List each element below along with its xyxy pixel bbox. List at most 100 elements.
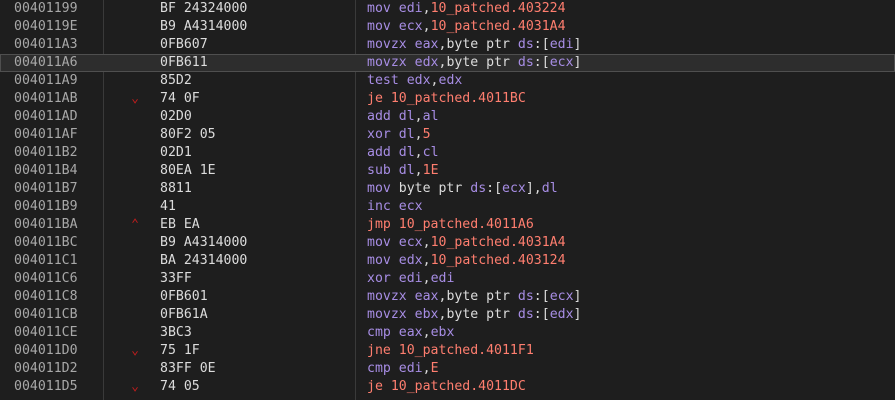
address-cell: 004011B7 <box>14 181 78 196</box>
disassembly-row[interactable]: 004011CB 0FB61A movzx ebx,byte ptr ds:[edx… <box>0 306 895 324</box>
instruction-token: ] <box>573 307 582 322</box>
instruction-token: 10_patched.4011F1 <box>398 343 534 358</box>
instruction-token <box>407 307 415 322</box>
instruction-token: ebx <box>430 325 455 340</box>
instruction-token: dl <box>398 163 415 178</box>
instruction-token <box>391 361 399 376</box>
address-cell: 004011D2 <box>14 361 78 376</box>
bytes-cell: 8811 <box>160 181 192 196</box>
disassembly-row[interactable]: 004011AD 02D0 add dl,al <box>0 108 895 126</box>
instruction-token: eax <box>414 37 439 52</box>
instruction-token: :[ <box>533 55 550 70</box>
address-cell: 004011A6 <box>14 55 78 70</box>
instruction-token: edx <box>549 307 574 322</box>
instruction-token: mov <box>367 1 391 16</box>
address-cell: 004011D5 <box>14 379 78 394</box>
address-cell: 004011B9 <box>14 199 78 214</box>
jump-down-arrow-icon[interactable]: ⌄ <box>128 342 142 360</box>
instruction-token: ds <box>517 37 534 52</box>
address-cell: 004011B2 <box>14 145 78 160</box>
bytes-cell: B9 A4314000 <box>160 19 248 34</box>
disassembly-row[interactable]: 004011D5 ⌄ 74 05 je 10_patched.4011DC <box>0 378 895 396</box>
bytes-cell: 0FB61A <box>160 307 208 322</box>
disassembly-row[interactable]: 004011C1 BA 24314000 mov edx,10_patched.40… <box>0 252 895 270</box>
instruction-token: , <box>414 163 423 178</box>
disassembly-row[interactable]: 004011B7 8811 mov byte ptr ds:[ecx],dl <box>0 180 895 198</box>
address-cell: 004011B4 <box>14 163 78 178</box>
instruction-cell: inc ecx <box>367 198 423 216</box>
instruction-token: , <box>414 127 423 142</box>
bytes-cell: 83FF 0E <box>160 361 216 376</box>
disassembly-row[interactable]: 004011D2 83FF 0E cmp edi,E <box>0 360 895 378</box>
bytes-cell: BF 24324000 <box>160 1 248 16</box>
instruction-token: mov <box>367 19 391 34</box>
disassembly-row[interactable]: 004011AF 80F2 05 xor dl,5 <box>0 126 895 144</box>
disassembly-row[interactable]: 004011BC B9 A4314000 mov ecx,10_patched.40… <box>0 234 895 252</box>
instruction-token: :[ <box>486 181 503 196</box>
instruction-token: edi <box>398 1 423 16</box>
instruction-cell: movzx edx,byte ptr ds:[ecx] <box>367 54 581 72</box>
instruction-token: edi <box>430 271 455 286</box>
disassembly-row[interactable]: 004011A9 85D2 test edx,edx <box>0 72 895 90</box>
instruction-token: je <box>367 379 383 394</box>
jump-down-arrow-icon[interactable]: ⌄ <box>128 378 142 396</box>
bytes-cell: 74 0F <box>160 91 200 106</box>
instruction-token: 1E <box>422 163 439 178</box>
bytes-cell: 74 05 <box>160 379 200 394</box>
disassembly-row[interactable]: 0040119E B9 A4314000 mov ecx,10_patched.40… <box>0 18 895 36</box>
instruction-token: 10_patched.4031A4 <box>430 235 566 250</box>
instruction-token: add <box>367 109 391 124</box>
instruction-token: ecx <box>398 235 423 250</box>
disassembly-row[interactable]: 004011B4 80EA 1E sub dl,1E <box>0 162 895 180</box>
address-cell: 004011CE <box>14 325 78 340</box>
instruction-token: eax <box>398 325 423 340</box>
disassembly-row[interactable]: 004011AB ⌄ 74 0F je 10_patched.4011BC <box>0 90 895 108</box>
instruction-token <box>391 217 399 232</box>
instruction-token: ] <box>573 37 582 52</box>
instruction-token: :[ <box>533 37 550 52</box>
jump-up-arrow-icon[interactable]: ⌃ <box>128 216 142 234</box>
disassembly-row[interactable]: 004011A3 0FB607 movzx eax,byte ptr ds:[edi… <box>0 36 895 54</box>
address-cell: 004011D0 <box>14 343 78 358</box>
instruction-token: 10_patched.4031A4 <box>430 19 566 34</box>
disassembly-row-selected[interactable]: 004011A6 0FB611 movzx edx,byte ptr ds:[ecx… <box>0 54 895 72</box>
instruction-token: movzx <box>367 289 407 304</box>
instruction-token: 10_patched.4011A6 <box>398 217 534 232</box>
disassembly-row[interactable]: 004011BA ⌃ EB EA jmp 10_patched.4011A6 <box>0 216 895 234</box>
disassembly-view[interactable]: 00401199 BF 24324000 mov edi,10_patched.40… <box>0 0 895 400</box>
disassembly-row[interactable]: 00401199 BF 24324000 mov edi,10_patched.40… <box>0 0 895 18</box>
instruction-token: movzx <box>367 307 407 322</box>
jump-down-arrow-icon[interactable]: ⌄ <box>128 90 142 108</box>
instruction-token: 10_patched.403124 <box>430 253 566 268</box>
disassembly-row[interactable]: 004011C8 0FB601 movzx eax,byte ptr ds:[ecx… <box>0 288 895 306</box>
bytes-cell: 75 1F <box>160 343 200 358</box>
instruction-token: , <box>422 325 431 340</box>
bytes-cell: 80EA 1E <box>160 163 216 178</box>
disassembly-row[interactable]: 004011C6 33FF xor edi,edi <box>0 270 895 288</box>
instruction-token <box>391 19 399 34</box>
instruction-token: 5 <box>422 127 431 142</box>
instruction-token: , <box>430 73 439 88</box>
bytes-cell: 0FB607 <box>160 37 208 52</box>
instruction-token: , <box>422 1 431 16</box>
instruction-token <box>391 343 399 358</box>
instruction-token: , <box>422 235 431 250</box>
instruction-token: ds <box>517 289 534 304</box>
instruction-token: :[ <box>533 289 550 304</box>
disassembly-rows: 00401199 BF 24324000 mov edi,10_patched.40… <box>0 0 895 396</box>
instruction-token: ] <box>573 289 582 304</box>
address-cell: 004011AD <box>14 109 78 124</box>
bytes-cell: 0FB601 <box>160 289 208 304</box>
disassembly-row[interactable]: 004011CE 3BC3 cmp eax,ebx <box>0 324 895 342</box>
instruction-token <box>407 289 415 304</box>
instruction-token: 10_patched.4011BC <box>390 91 526 106</box>
instruction-token: edi <box>398 271 423 286</box>
instruction-cell: je 10_patched.4011DC <box>367 378 526 396</box>
instruction-token: E <box>430 361 439 376</box>
instruction-cell: movzx eax,byte ptr ds:[edi] <box>367 36 581 54</box>
disassembly-row[interactable]: 004011D0 ⌄ 75 1F jne 10_patched.4011F1 <box>0 342 895 360</box>
disassembly-row[interactable]: 004011B2 02D1 add dl,cl <box>0 144 895 162</box>
disassembly-row[interactable]: 004011B9 41 inc ecx <box>0 198 895 216</box>
instruction-cell: movzx eax,byte ptr ds:[ecx] <box>367 288 581 306</box>
instruction-token: edx <box>438 73 463 88</box>
